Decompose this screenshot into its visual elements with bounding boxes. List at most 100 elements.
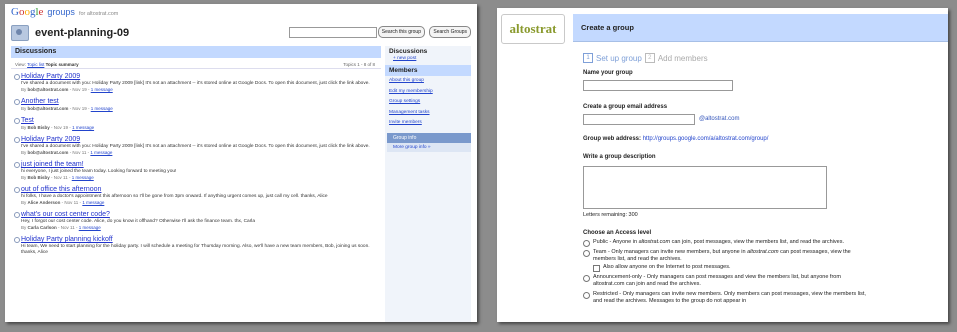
team-allow-internet-option[interactable]: Also allow anyone on the Internet to pos…	[583, 264, 873, 272]
radio-restricted[interactable]	[583, 292, 590, 299]
step-1-label: Set up group	[596, 53, 642, 63]
topic-summary-current: Topic summary	[45, 62, 79, 67]
topic-item: Holiday Party 2009 I've shared a document…	[11, 72, 381, 93]
topic-date: - Nov 11 -	[49, 175, 72, 180]
description-label: Write a group description	[583, 154, 656, 160]
letters-remaining: Letters remaining: 300	[583, 212, 638, 218]
team-text-a: Team - Only managers can invite new memb…	[593, 249, 748, 255]
radio-public[interactable]	[583, 240, 590, 247]
topic-snippet: Hi team, We need to start planning for t…	[21, 244, 370, 255]
public-text-a: Public - Anyone in	[593, 239, 639, 245]
group-info-heading: Group info	[387, 132, 471, 143]
topic-author: bob@altostrat.com	[27, 87, 69, 92]
topics-list: Holiday Party 2009 I've shared a document…	[11, 72, 381, 260]
message-count-link[interactable]: 1 message	[91, 106, 113, 111]
sidebar-link-about[interactable]: About this group	[385, 76, 471, 87]
search-this-group-button[interactable]: Search this group	[377, 26, 425, 38]
topic-title-link[interactable]: Holiday Party 2009	[21, 135, 381, 144]
logo-letter: G	[11, 6, 19, 18]
group-name: event-planning-09	[35, 27, 130, 39]
topic-author: bob@altostrat.com	[27, 106, 69, 111]
search-groups-button[interactable]: Search Groups	[429, 26, 471, 38]
topic-title-link[interactable]: Another test	[21, 97, 381, 106]
view-bar: View: Topic list Topic summary Topics 1 …	[11, 60, 381, 69]
message-count-link[interactable]: 1 message	[82, 200, 104, 205]
sidebar-link-edit-membership[interactable]: Edit my membership	[385, 87, 471, 98]
announcement-text: Announcement-only - Only managers can po…	[593, 274, 841, 287]
topic-title-link[interactable]: Holiday Party planning kickoff	[21, 235, 381, 244]
altostrat-logo[interactable]: altostrat	[501, 14, 565, 44]
sidebar-discussions-heading: Discussions	[389, 48, 428, 55]
by-label: By	[21, 125, 27, 130]
message-count-link[interactable]: 1 message	[79, 225, 101, 230]
topic-item: Holiday Party planning kickoff Hi team, W…	[11, 235, 381, 256]
topic-item: Holiday Party 2009 I've shared a document…	[11, 135, 381, 156]
topics-count: Topics 1 - 8 of 8	[343, 62, 375, 67]
radio-announcement[interactable]	[583, 275, 590, 282]
description-textarea[interactable]	[583, 166, 827, 209]
restricted-text: Restricted - Only managers can invite ne…	[593, 291, 866, 304]
google-groups-logo[interactable]: Google	[11, 6, 43, 18]
message-count-link[interactable]: 1 message	[91, 87, 113, 92]
groups-discussion-panel: Google groups for altostrat.com event-pl…	[5, 4, 477, 322]
public-domain: altostrat.com	[638, 239, 671, 245]
access-option-team[interactable]: Team - Only managers can invite new memb…	[583, 249, 873, 263]
groups-wordmark: groups	[47, 7, 75, 17]
message-count-link[interactable]: 1 message	[90, 150, 112, 155]
topic-author: Carla Carlson	[27, 225, 57, 230]
web-address-url: http://groups.google.com/a/altostrat.com…	[642, 136, 769, 142]
topic-item: Test By Bob Bisby - Nov 19 - 1 message	[11, 116, 381, 131]
topic-author: bob@altostrat.com	[27, 150, 69, 155]
access-option-restricted[interactable]: Restricted - Only managers can invite ne…	[583, 291, 873, 305]
step-1-number: 1	[583, 53, 593, 63]
topic-meta: By Bob Bisby - Nov 19 - 1 message	[21, 125, 381, 131]
topic-title-link[interactable]: what's our cost center code?	[21, 210, 381, 219]
radio-team[interactable]	[583, 250, 590, 257]
group-name-input[interactable]	[583, 80, 733, 91]
group-search-input[interactable]	[289, 27, 377, 38]
sidebar-link-invite-members[interactable]: Invite members	[385, 118, 471, 129]
by-label: By	[21, 225, 27, 230]
topic-meta: By bob@altostrat.com - Nov 19 - 1 messag…	[21, 106, 381, 112]
more-group-info-link[interactable]: More group info »	[387, 142, 471, 152]
message-count-link[interactable]: 1 message	[72, 175, 94, 180]
sidebar-link-management-tasks[interactable]: Management tasks	[385, 108, 471, 119]
topic-item: out of office this afternoon hi folks, I …	[11, 185, 381, 206]
message-count-link[interactable]: 1 message	[72, 125, 94, 130]
topic-bullet-icon	[14, 137, 20, 143]
allow-internet-checkbox[interactable]	[593, 265, 600, 272]
topic-title-link[interactable]: out of office this afternoon	[21, 185, 381, 194]
topic-bullet-icon	[14, 187, 20, 193]
access-option-announcement[interactable]: Announcement-only - Only managers can po…	[583, 274, 873, 288]
topic-list-link[interactable]: Topic list	[27, 62, 44, 67]
groups-topbar: Google groups for altostrat.com	[5, 4, 477, 22]
topic-date: - Nov 19 -	[68, 106, 91, 111]
step-2-label: Add members	[657, 53, 708, 63]
topic-bullet-icon	[14, 212, 20, 218]
topic-bullet-icon	[14, 74, 20, 80]
topic-bullet-icon	[14, 118, 20, 124]
view-label: View:	[15, 62, 26, 67]
group-icon	[11, 25, 29, 41]
group-email-input[interactable]	[583, 114, 695, 125]
topic-meta: By Alice Anderson - Nov 11 - 1 message	[21, 200, 381, 206]
topic-title-link[interactable]: just joined the team!	[21, 160, 381, 169]
logo-letter: e	[38, 6, 44, 18]
create-group-panel: altostrat Create a group 1 Set up group …	[497, 8, 948, 322]
topic-item: what's our cost center code? Hey, I forgo…	[11, 210, 381, 231]
topic-title-link[interactable]: Test	[21, 116, 381, 125]
topic-bullet-icon	[14, 99, 20, 105]
sidebar-link-group-settings[interactable]: Group settings	[385, 97, 471, 108]
group-email-label: Create a group email address	[583, 104, 668, 110]
by-label: By	[21, 175, 27, 180]
topic-meta: By bob@altostrat.com - Nov 11 - 1 messag…	[21, 150, 381, 156]
by-label: By	[21, 87, 27, 92]
topic-bullet-icon	[14, 237, 20, 243]
new-post-link[interactable]: + new post	[385, 55, 471, 62]
by-label: By	[21, 200, 27, 205]
access-option-public[interactable]: Public - Anyone in altostrat.com can joi…	[583, 239, 873, 247]
topic-title-link[interactable]: Holiday Party 2009	[21, 72, 381, 81]
discussions-heading: Discussions	[11, 46, 381, 58]
step-2-number: 2	[644, 53, 655, 63]
email-domain-suffix: @altostrat.com	[699, 116, 740, 122]
